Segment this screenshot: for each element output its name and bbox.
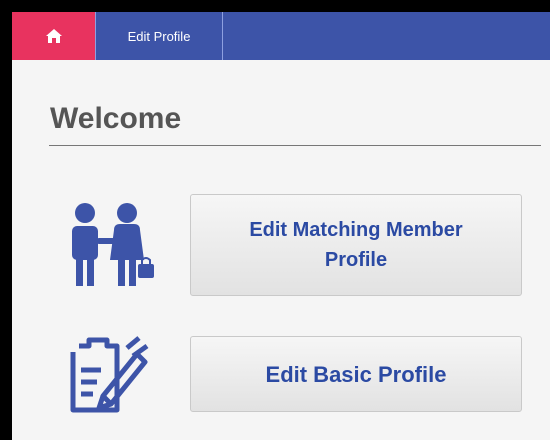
top-nav-bar: Edit Profile	[12, 12, 550, 60]
home-icon	[45, 29, 62, 43]
title-divider	[49, 145, 541, 146]
home-tab[interactable]	[12, 12, 96, 60]
tab-edit-profile-label: Edit Profile	[127, 28, 191, 44]
window-frame: Edit Profile Welcome Edit Matching Membe…	[0, 0, 550, 440]
page-title: Welcome	[50, 102, 182, 135]
tab-edit-profile[interactable]: Edit Profile	[96, 12, 223, 60]
edit-matching-member-profile-label: Edit Matching Member Profile	[249, 219, 463, 271]
edit-basic-profile-button[interactable]: Edit Basic Profile	[190, 336, 522, 412]
edit-basic-profile-label: Edit Basic Profile	[265, 361, 447, 387]
edit-matching-member-profile-button[interactable]: Edit Matching Member Profile	[190, 194, 522, 296]
couple-icon	[72, 203, 154, 286]
page: Edit Profile Welcome Edit Matching Membe…	[12, 12, 550, 440]
clipboard-pen-icon	[70, 336, 149, 413]
